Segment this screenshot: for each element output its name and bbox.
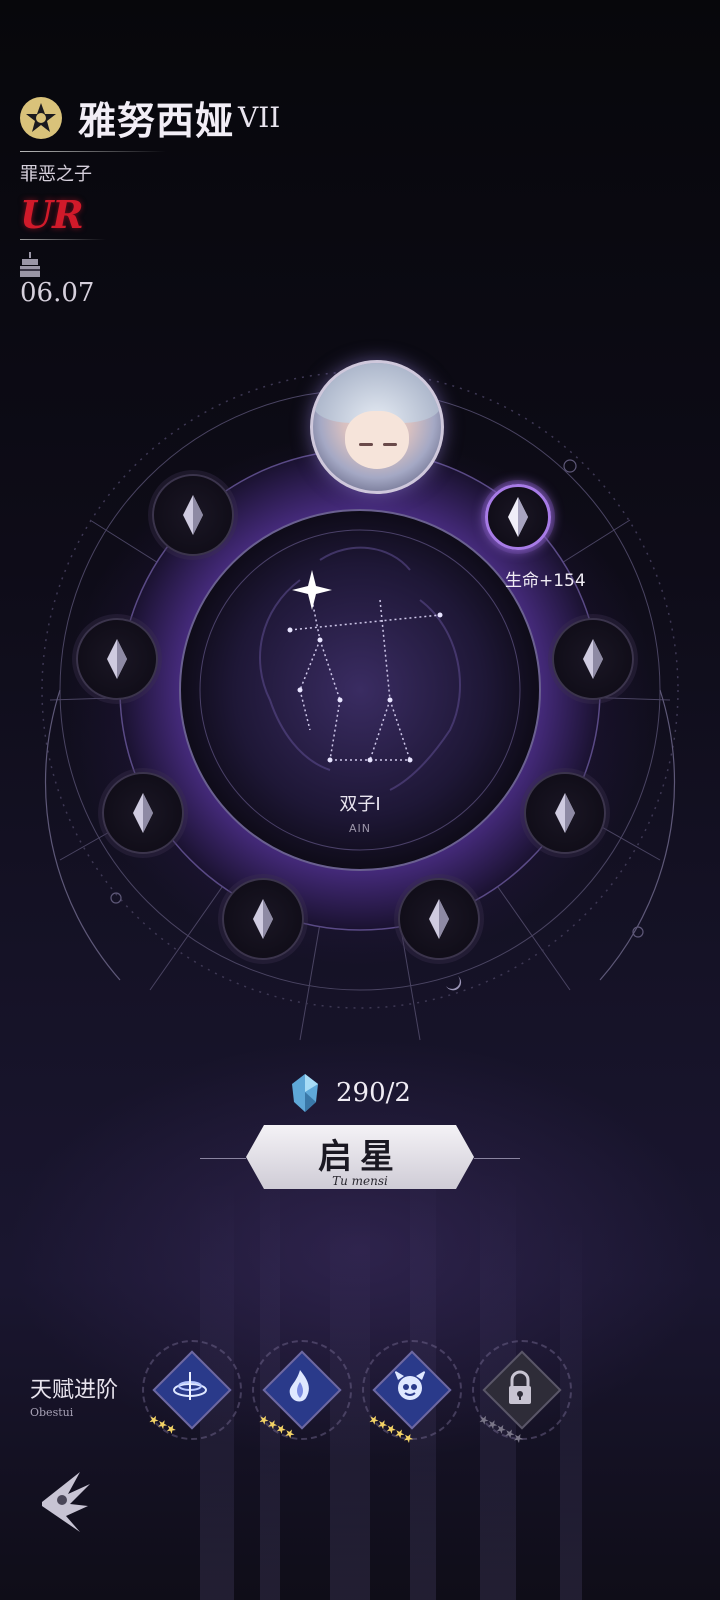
star-shard-icon [253,899,273,939]
star-shard-icon [429,899,449,939]
rarity-badge: UR [20,192,84,237]
star-shard-icon [183,495,203,535]
action-line-right [474,1158,520,1159]
character-name: 雅努西娅 [78,98,235,143]
birthday-cake-icon [20,252,40,278]
portrait-eye-left [359,443,373,446]
crystal-icon [292,1074,318,1112]
portrait-face [345,411,409,469]
constellation-subtitle: AIN [349,822,371,835]
star-node-6[interactable] [222,878,304,960]
star-shard-icon [508,497,528,537]
character-portrait[interactable] [310,360,444,494]
element-star-icon [20,96,62,139]
back-arrow-icon [42,1472,90,1532]
star-shard-icon [555,793,575,833]
action-line-left [200,1158,246,1159]
title-divider [20,151,166,152]
awaken-star-label: 启星 [318,1137,402,1177]
portrait-eye-right [383,443,397,446]
star-node-active[interactable] [485,484,551,550]
star-node-1[interactable] [152,474,234,556]
character-header: 雅努西娅 VII 罪恶之子 UR 06.07 [20,90,320,308]
star-node-4[interactable] [102,772,184,854]
awaken-star-button[interactable]: 启星 Tu mensi [246,1125,474,1189]
lock-icon [509,1370,531,1404]
character-title: 罪恶之子 [20,164,92,185]
cost-display: 290/2 [290,1074,411,1112]
talent-skill-1[interactable]: ★★★ [142,1340,242,1440]
talent-skill-3[interactable]: ★★★★★ [362,1340,462,1446]
star-node-7[interactable] [398,878,480,960]
flame-skill-icon [289,1370,309,1402]
rarity-divider [20,239,106,240]
star-node-3[interactable] [552,618,634,700]
spirit-skill-icon [394,1370,426,1400]
cost-value: 290/2 [336,1078,411,1108]
talent-skill-2[interactable]: ★★★★ [252,1340,352,1442]
back-button[interactable] [36,1466,96,1536]
birthday-date: 06.07 [20,278,95,308]
star-shard-icon [133,793,153,833]
star-node-5[interactable] [524,772,606,854]
talent-skill-4[interactable]: ★★★★★ [472,1340,572,1446]
vortex-skill-icon [173,1372,207,1400]
node-bonus-label: 生命+154 [505,571,586,591]
talent-section: 天赋进阶 Obestui [30,1372,118,1419]
star-node-2[interactable] [76,618,158,700]
character-rank: VII [238,101,281,134]
star-shard-icon [583,639,603,679]
awaken-star-sublabel: Tu mensi [332,1174,388,1188]
talent-label: 天赋进阶 [30,1378,119,1403]
action-bar: 启星 Tu mensi [200,1125,520,1191]
talent-sublabel: Obestui [30,1406,74,1419]
constellation-name: 双子I [339,794,381,815]
star-shard-icon [107,639,127,679]
